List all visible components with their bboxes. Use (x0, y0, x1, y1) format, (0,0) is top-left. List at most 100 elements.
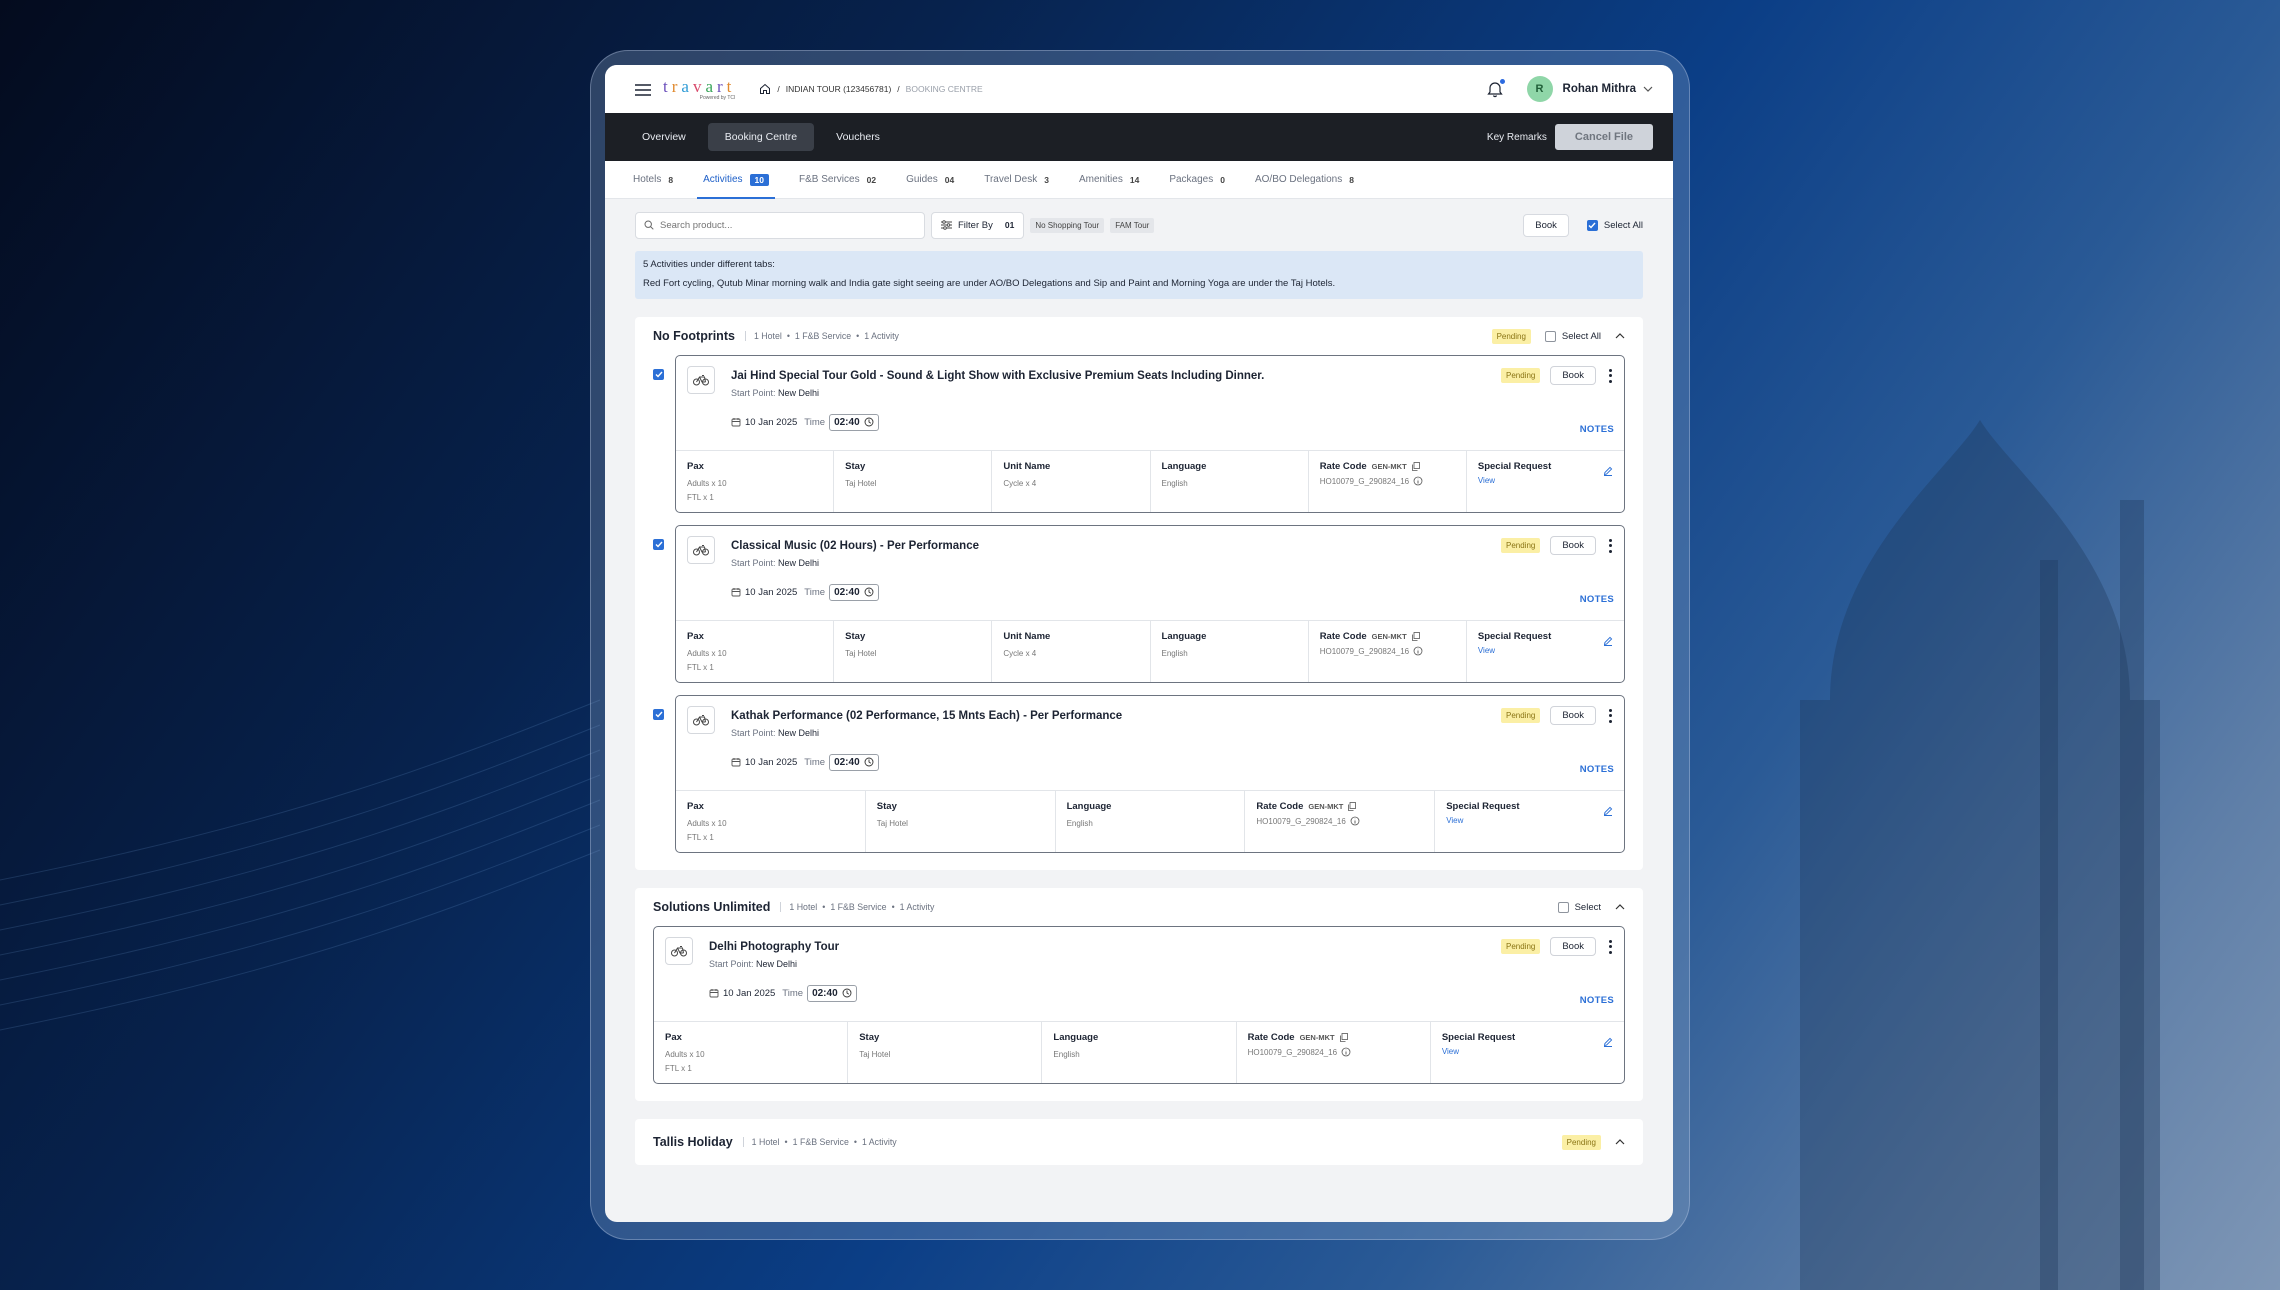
activity-datetime: 10 Jan 2025 Time 02:40 (731, 584, 1614, 601)
book-button[interactable]: Book (1550, 706, 1596, 725)
stay-value: Taj Hotel (845, 479, 877, 488)
subtab-activities[interactable]: Activities 10 (697, 161, 775, 199)
cancel-file-button[interactable]: Cancel File (1554, 124, 1653, 150)
subtab-hotels[interactable]: Hotels 8 (633, 161, 673, 199)
time-picker[interactable]: 02:40 (829, 414, 879, 431)
chevron-up-icon[interactable] (1615, 327, 1625, 345)
tab-booking-centre[interactable]: Booking Centre (707, 123, 815, 151)
book-button[interactable]: Book (1550, 366, 1596, 385)
start-point-value: New Delhi (756, 959, 798, 969)
notes-link[interactable]: NOTES (1580, 594, 1614, 605)
book-all-button[interactable]: Book (1523, 213, 1569, 237)
time-picker[interactable]: 02:40 (829, 754, 879, 771)
subtab-travel-desk[interactable]: Travel Desk 3 (984, 161, 1049, 199)
copy-icon[interactable] (1339, 1032, 1348, 1043)
group-select-all[interactable]: Select All (1544, 330, 1601, 342)
breadcrumb: / INDIAN TOUR (123456781) / BOOKING CENT… (759, 83, 983, 95)
tab-overview[interactable]: Overview (625, 123, 703, 151)
chevron-up-icon[interactable] (1615, 898, 1625, 916)
status-badge: Pending (1500, 368, 1541, 383)
subtab-packages[interactable]: Packages 0 (1169, 161, 1225, 199)
view-link[interactable]: View (1478, 646, 1613, 655)
subtab-amenities[interactable]: Amenities 14 (1079, 161, 1139, 199)
filter-chip-fam-tour[interactable]: FAM Tour (1110, 217, 1155, 233)
info-icon[interactable] (1413, 476, 1423, 486)
subtab-guides[interactable]: Guides 04 (906, 161, 954, 199)
toolbar: Filter By 01 No Shopping Tour FAM Tour B… (605, 199, 1673, 251)
tab-vouchers[interactable]: Vouchers (819, 123, 897, 151)
brand-letter: t (663, 76, 672, 96)
special-request-label: Special Request (1446, 801, 1520, 812)
select-all-checkbox[interactable] (1586, 219, 1598, 231)
hamburger-menu-icon[interactable] (635, 83, 651, 96)
copy-icon[interactable] (1348, 801, 1357, 812)
activity-card: Kathak Performance (02 Performance, 15 M… (675, 695, 1625, 853)
more-options-icon[interactable] (1606, 538, 1614, 553)
activity-title: Delhi Photography Tour (709, 941, 840, 953)
group-select-checkbox[interactable] (1544, 330, 1556, 342)
notification-bell-icon[interactable] (1486, 78, 1506, 98)
edit-pencil-icon[interactable] (1603, 802, 1613, 820)
subtab-fb-services[interactable]: F&B Services 02 (799, 161, 876, 199)
view-link[interactable]: View (1446, 816, 1613, 825)
time-picker[interactable]: 02:40 (829, 584, 879, 601)
notes-link[interactable]: NOTES (1580, 995, 1614, 1006)
subtab-label: Activities (703, 174, 743, 185)
chevron-down-icon[interactable] (1643, 80, 1653, 98)
chevron-up-icon[interactable] (1615, 1133, 1625, 1151)
notes-link[interactable]: NOTES (1580, 424, 1614, 435)
info-icon[interactable] (1350, 816, 1360, 826)
activity-date[interactable]: 10 Jan 2025 (745, 757, 797, 768)
stay-label: Stay (859, 1032, 880, 1043)
book-button[interactable]: Book (1550, 536, 1596, 555)
breadcrumb-tour[interactable]: INDIAN TOUR (123456781) (786, 84, 892, 94)
activity-datetime: 10 Jan 2025 Time 02:40 (731, 754, 1614, 771)
group-select[interactable]: Select (1557, 901, 1601, 913)
notes-link[interactable]: NOTES (1580, 764, 1614, 775)
view-link[interactable]: View (1478, 476, 1613, 485)
edit-pencil-icon[interactable] (1603, 1033, 1613, 1051)
language-cell: Language English (1056, 791, 1246, 852)
unit-name-label: Unit Name (1003, 631, 1051, 642)
activity-checkbox[interactable] (653, 369, 664, 380)
home-icon[interactable] (759, 83, 771, 95)
more-options-icon[interactable] (1606, 708, 1614, 723)
more-options-icon[interactable] (1606, 939, 1614, 954)
activity-title: Classical Music (02 Hours) - Per Perform… (731, 540, 979, 552)
pax-adults: Adults x 10 (687, 649, 727, 658)
more-options-icon[interactable] (1606, 368, 1614, 383)
search-input[interactable] (660, 219, 900, 231)
time-picker[interactable]: 02:40 (807, 985, 857, 1002)
subtab-count: 3 (1044, 174, 1049, 185)
select-all-toggle[interactable]: Select All (1586, 219, 1643, 231)
time-label: Time (804, 757, 826, 768)
filter-by-button[interactable]: Filter By 01 (931, 211, 1025, 239)
copy-icon[interactable] (1411, 631, 1420, 642)
activity-checkbox[interactable] (653, 539, 664, 550)
subtab-count: 8 (1349, 174, 1354, 185)
copy-icon[interactable] (1411, 461, 1420, 472)
brand-letter: a (705, 76, 717, 96)
view-link[interactable]: View (1442, 1047, 1613, 1056)
activity-start-point: Start Point: New Delhi (731, 728, 1614, 738)
user-name[interactable]: Rohan Mithra (1563, 83, 1636, 95)
group-select-checkbox[interactable] (1557, 901, 1569, 913)
avatar[interactable]: R (1526, 76, 1553, 102)
subtab-label: Packages (1169, 174, 1214, 185)
book-button[interactable]: Book (1550, 937, 1596, 956)
activity-date[interactable]: 10 Jan 2025 (745, 417, 797, 428)
group-meta: 1 Hotel • 1 F&B Service • 1 Activity (744, 331, 899, 341)
category-tabs: Hotels 8 Activities 10 F&B Services 02 Guid… (605, 161, 1673, 199)
activity-date[interactable]: 10 Jan 2025 (723, 988, 775, 999)
edit-pencil-icon[interactable] (1603, 632, 1613, 650)
key-remarks-link[interactable]: Key Remarks (1487, 132, 1547, 143)
filter-chip-no-shopping-tour[interactable]: No Shopping Tour (1030, 217, 1105, 233)
start-point-label: Start Point: (731, 388, 776, 398)
info-icon[interactable] (1341, 1047, 1351, 1057)
activity-date[interactable]: 10 Jan 2025 (745, 587, 797, 598)
activity-checkbox[interactable] (653, 709, 664, 720)
edit-pencil-icon[interactable] (1603, 462, 1613, 480)
info-icon[interactable] (1413, 646, 1423, 656)
travart-logo[interactable]: travart Powered by TCI (663, 78, 735, 101)
subtab-ao-bo-delegations[interactable]: AO/BO Delegations 8 (1255, 161, 1354, 199)
